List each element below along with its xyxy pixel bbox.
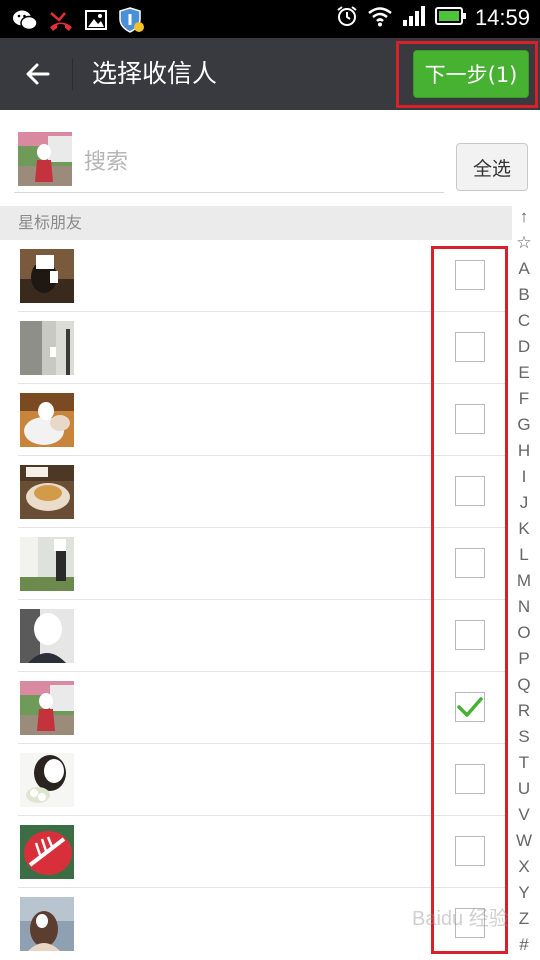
select-all-button[interactable]: 全选: [456, 143, 528, 191]
wechat-icon: [12, 8, 38, 36]
index-letter[interactable]: P: [510, 648, 538, 670]
page-title: 选择收信人: [92, 59, 218, 88]
index-letter[interactable]: S: [510, 726, 538, 748]
title-divider: [72, 58, 73, 90]
signal-icon: [401, 5, 427, 31]
index-letter[interactable]: E: [510, 362, 538, 384]
index-letter[interactable]: L: [510, 544, 538, 566]
section-label: 星标朋友: [18, 213, 83, 232]
avatar: [20, 753, 74, 807]
avatar: [20, 609, 74, 663]
section-header-starred: 星标朋友: [0, 206, 512, 240]
avatar: [20, 465, 74, 519]
index-letter[interactable]: X: [510, 856, 538, 878]
screen: 14:59 选择收信人 下一步(1) 全选 星标朋友: [0, 0, 540, 960]
missed-call-icon: [48, 7, 74, 37]
index-letter[interactable]: Q: [510, 674, 538, 696]
status-bar: 14:59: [0, 0, 540, 38]
index-letter[interactable]: R: [510, 700, 538, 722]
avatar: [20, 321, 74, 375]
index-letter[interactable]: W: [510, 830, 538, 852]
checkbox-column-highlight: [431, 246, 508, 954]
index-letter[interactable]: A: [510, 258, 538, 280]
index-letter[interactable]: Z: [510, 908, 538, 930]
avatar: [20, 249, 74, 303]
battery-icon: [434, 6, 467, 30]
index-letter[interactable]: ↑: [510, 206, 538, 228]
status-time: 14:59: [474, 5, 530, 30]
index-letter[interactable]: #: [510, 934, 538, 956]
avatar: [20, 681, 74, 735]
security-shield-icon: [118, 6, 146, 38]
index-letter[interactable]: C: [510, 310, 538, 332]
index-letter[interactable]: I: [510, 466, 538, 488]
index-letter[interactable]: Y: [510, 882, 538, 904]
index-letter[interactable]: ☆: [510, 232, 538, 254]
index-letter[interactable]: O: [510, 622, 538, 644]
index-letter[interactable]: K: [510, 518, 538, 540]
next-step-button[interactable]: 下一步(1): [413, 50, 529, 98]
alarm-icon: [335, 4, 359, 32]
index-letter[interactable]: F: [510, 388, 538, 410]
index-letter[interactable]: M: [510, 570, 538, 592]
alphabet-index-bar[interactable]: ↑ ☆ A B C D E F G H I J K L M N O P Q R …: [510, 206, 538, 958]
avatar: [20, 897, 74, 951]
back-button[interactable]: [16, 52, 60, 96]
index-letter[interactable]: V: [510, 804, 538, 826]
index-letter[interactable]: G: [510, 414, 538, 436]
index-letter[interactable]: T: [510, 752, 538, 774]
watermark: Baidu 经验: [412, 908, 509, 930]
avatar: [20, 537, 74, 591]
system-icons: 14:59: [335, 4, 530, 32]
search-input[interactable]: [84, 142, 440, 182]
index-letter[interactable]: N: [510, 596, 538, 618]
index-letter[interactable]: D: [510, 336, 538, 358]
index-letter[interactable]: B: [510, 284, 538, 306]
avatar: [20, 825, 74, 879]
notification-icons: [12, 6, 146, 38]
avatar: [20, 393, 74, 447]
wifi-icon: [367, 5, 393, 31]
gallery-icon: [84, 9, 108, 35]
index-letter[interactable]: U: [510, 778, 538, 800]
selected-contact-avatar[interactable]: [18, 132, 72, 186]
index-letter[interactable]: H: [510, 440, 538, 462]
search-underline: [14, 192, 444, 193]
index-letter[interactable]: J: [510, 492, 538, 514]
back-arrow-icon: [26, 63, 50, 85]
